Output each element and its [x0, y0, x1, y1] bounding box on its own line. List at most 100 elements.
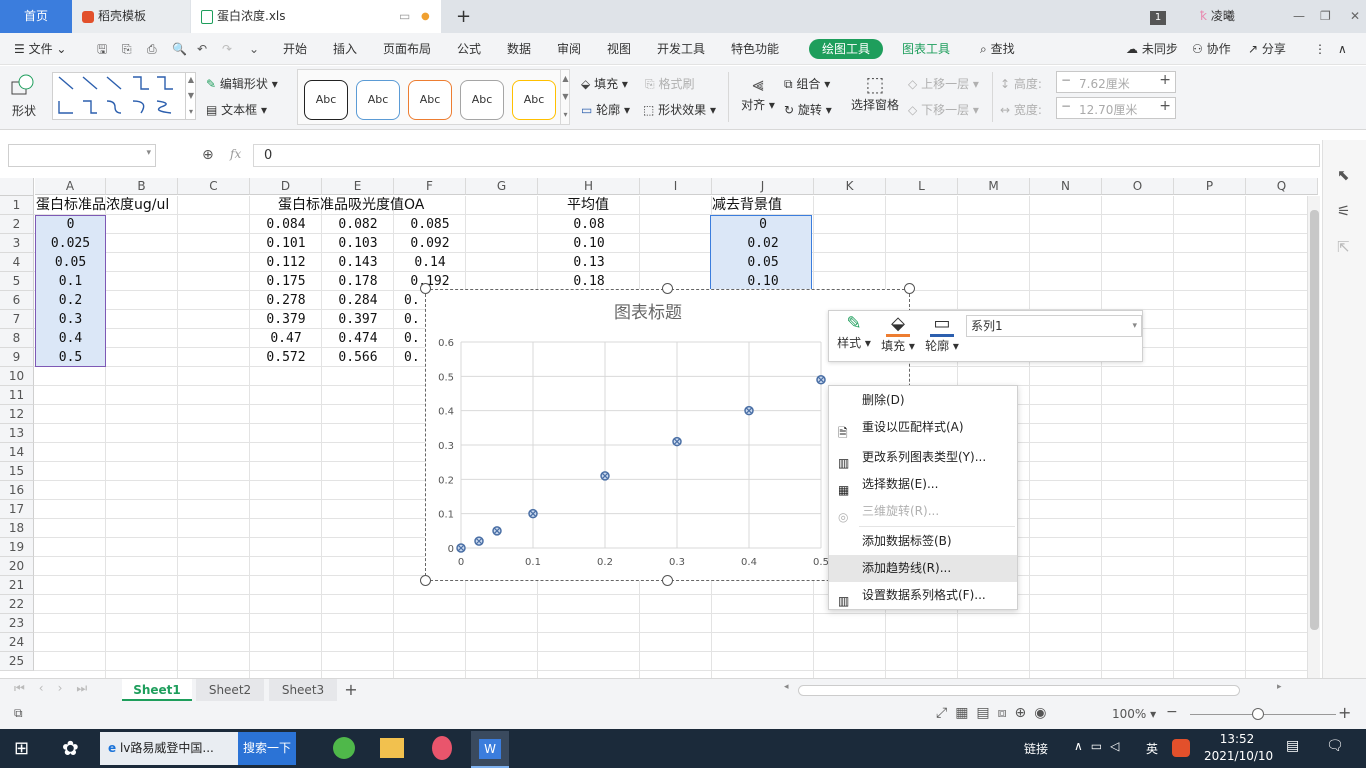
- series-dropdown-icon[interactable]: ▾: [1132, 316, 1137, 336]
- tray-icons[interactable]: ∧▭◁: [1074, 739, 1127, 753]
- tab-drawing-tools[interactable]: 绘图工具: [809, 39, 883, 59]
- scroll-right-icon[interactable]: ▸: [1277, 682, 1282, 692]
- decrease-height-icon[interactable]: −: [1061, 73, 1071, 87]
- send-backward-button[interactable]: ◇ 下移一层 ▾: [908, 101, 979, 118]
- cell-j3[interactable]: 0.02: [712, 234, 814, 253]
- worksheet-grid[interactable]: ABCDEFGHIJKLMNOPQ 1 2 3 4 5 6 7 8 9 10 11 12 13 14 15 1…: [0, 178, 1320, 678]
- cell-j4[interactable]: 0.05: [712, 253, 814, 272]
- name-box-dropdown-icon[interactable]: ▾: [146, 148, 151, 158]
- sheet-nav-icon[interactable]: ⏮‹›⏭: [14, 681, 101, 696]
- cell-d3[interactable]: 0.101: [250, 234, 322, 253]
- file-menu[interactable]: ☰ 文件 ⌄: [14, 33, 66, 65]
- properties-icon[interactable]: ⚟: [1337, 202, 1350, 220]
- browser-360-icon[interactable]: [333, 737, 355, 759]
- group-button[interactable]: ⧉ 组合 ▾: [784, 75, 830, 92]
- increase-width-icon[interactable]: +: [1159, 98, 1171, 114]
- cell-h1[interactable]: 平均值: [539, 196, 637, 215]
- export-icon[interactable]: ⎘: [122, 33, 132, 65]
- cell-e7[interactable]: 0.397: [322, 310, 394, 329]
- edit-shape-button[interactable]: ✎ 编辑形状 ▾: [206, 75, 278, 92]
- select-all-corner[interactable]: [0, 178, 34, 196]
- menu-features[interactable]: 特色功能: [731, 33, 779, 65]
- cell-d5[interactable]: 0.175: [250, 272, 322, 291]
- chart-outline-button[interactable]: ▭ 轮廓 ▾: [923, 313, 961, 354]
- style-sample-5[interactable]: Abc: [512, 80, 556, 120]
- clock[interactable]: 13:52 2021/10/10: [1204, 731, 1273, 765]
- sheet-tab-3[interactable]: Sheet3: [269, 679, 337, 701]
- wps-task[interactable]: W: [471, 731, 509, 768]
- cell-d6[interactable]: 0.278: [250, 291, 322, 310]
- cell-a3[interactable]: 0.025: [35, 234, 106, 253]
- row-header[interactable]: 16: [0, 481, 34, 500]
- row-header[interactable]: 15: [0, 462, 34, 481]
- style-sample-1[interactable]: Abc: [304, 80, 348, 120]
- menu-item-3d-rotation[interactable]: ◎ 三维旋转(R)...: [829, 498, 1017, 525]
- cell-e8[interactable]: 0.474: [322, 329, 394, 348]
- column-header[interactable]: D: [250, 178, 322, 195]
- fill-button[interactable]: ⬙ 填充 ▾: [581, 75, 628, 92]
- row-header[interactable]: 10: [0, 367, 34, 386]
- menu-developer[interactable]: 开发工具: [657, 33, 705, 65]
- cell-a1[interactable]: 蛋白标准品浓度ug/ul: [36, 196, 169, 215]
- ime-indicator[interactable]: 英: [1146, 740, 1158, 757]
- gallery-scroll-icon[interactable]: ▲ ▼ ▾: [185, 72, 196, 120]
- column-header[interactable]: Q: [1246, 178, 1318, 195]
- cell-f3[interactable]: 0.092: [394, 234, 466, 253]
- user-account[interactable]: ꝁ 凌曦: [1190, 0, 1260, 33]
- cell-f_partial7[interactable]: 0.: [394, 310, 424, 329]
- view-mode-icons[interactable]: ⤢▦▤⧈⊕◉: [936, 705, 1055, 721]
- menu-item-change-chart-type[interactable]: ▥ 更改系列图表类型(Y)...: [829, 444, 1017, 471]
- cell-e3[interactable]: 0.103: [322, 234, 394, 253]
- drop-app-icon[interactable]: [432, 736, 452, 760]
- menu-view[interactable]: 视图: [607, 33, 631, 65]
- tab-home[interactable]: 首页: [0, 0, 72, 33]
- tab-chart-tools[interactable]: 图表工具: [902, 33, 950, 65]
- link-label[interactable]: 链接: [1024, 740, 1048, 757]
- transform-icon[interactable]: ⇱: [1337, 238, 1350, 256]
- cell-a5[interactable]: 0.1: [35, 272, 106, 291]
- column-header[interactable]: B: [106, 178, 178, 195]
- row-header[interactable]: 24: [0, 633, 34, 652]
- row-header[interactable]: 25: [0, 652, 34, 671]
- macro-icon[interactable]: ⧉: [14, 706, 23, 721]
- column-header[interactable]: C: [178, 178, 250, 195]
- ime-app-icon[interactable]: [1172, 739, 1190, 757]
- column-header[interactable]: F: [394, 178, 466, 195]
- row-header[interactable]: 17: [0, 500, 34, 519]
- menu-start[interactable]: 开始: [283, 33, 307, 65]
- column-header[interactable]: I: [640, 178, 712, 195]
- cell-j1[interactable]: 减去背景值: [712, 196, 782, 215]
- minimize-icon[interactable]: —: [1283, 0, 1305, 33]
- style-sample-2[interactable]: Abc: [356, 80, 400, 120]
- save-icon[interactable]: 🖫: [97, 33, 107, 65]
- zoom-in-icon[interactable]: +: [1338, 703, 1351, 722]
- column-header[interactable]: L: [886, 178, 958, 195]
- formula-input[interactable]: 0: [253, 144, 1320, 167]
- undo-icon[interactable]: ↶: [197, 33, 207, 65]
- cell-h2[interactable]: 0.08: [538, 215, 640, 234]
- menu-item-format-series[interactable]: ▥ 设置数据系列格式(F)...: [829, 582, 1017, 609]
- style-sample-4[interactable]: Abc: [460, 80, 504, 120]
- cell-e9[interactable]: 0.566: [322, 348, 394, 367]
- cell-f_partial6[interactable]: 0.: [394, 291, 424, 310]
- zoom-formula-icon[interactable]: ⊕: [202, 147, 214, 163]
- row-header[interactable]: 1: [0, 196, 34, 215]
- row-header[interactable]: 20: [0, 557, 34, 576]
- chart-fill-button[interactable]: ⬙ 填充 ▾: [879, 313, 917, 354]
- cell-h4[interactable]: 0.13: [538, 253, 640, 272]
- format-painter-button[interactable]: ⎘ 格式刷: [645, 75, 694, 92]
- zoom-out-icon[interactable]: −: [1166, 704, 1178, 720]
- sheet-tab-2[interactable]: Sheet2: [196, 679, 264, 701]
- style-scroll-icon[interactable]: ▲ ▼ ▾: [560, 70, 570, 124]
- shape-button[interactable]: 形状: [8, 72, 48, 122]
- menu-item-add-trendline[interactable]: 添加趋势线(R)...: [829, 555, 1017, 582]
- cell-f4[interactable]: 0.14: [394, 253, 466, 272]
- cell-e2[interactable]: 0.082: [322, 215, 394, 234]
- column-header[interactable]: J: [712, 178, 814, 195]
- column-header[interactable]: N: [1030, 178, 1102, 195]
- outline-button[interactable]: ▭ 轮廓 ▾: [581, 101, 630, 118]
- column-header[interactable]: M: [958, 178, 1030, 195]
- notification-icon[interactable]: 🗨: [1326, 738, 1344, 754]
- menu-page-layout[interactable]: 页面布局: [383, 33, 431, 65]
- more-icon[interactable]: ⋮: [1314, 33, 1326, 65]
